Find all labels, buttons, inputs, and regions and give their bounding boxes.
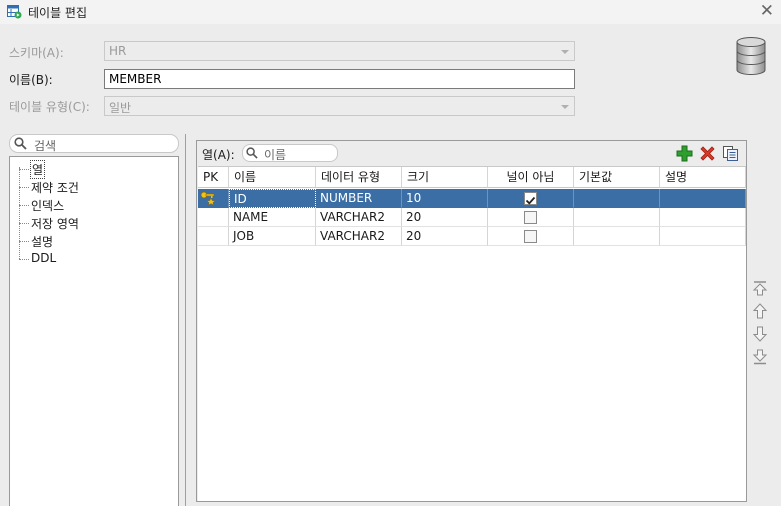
- size-cell[interactable]: 10: [402, 189, 488, 208]
- size-cell[interactable]: 20: [402, 208, 488, 227]
- default-cell[interactable]: [574, 189, 660, 208]
- header-default[interactable]: 기본값: [574, 167, 660, 188]
- size-cell[interactable]: 20: [402, 227, 488, 246]
- not-null-checkbox[interactable]: [524, 211, 537, 224]
- name-cell[interactable]: JOB: [229, 227, 316, 246]
- schema-label: 스키마(A):: [9, 46, 64, 60]
- name-cell[interactable]: ID: [229, 189, 316, 208]
- default-cell[interactable]: [574, 208, 660, 227]
- pk-cell: [198, 208, 229, 227]
- table-edit-icon: [7, 5, 22, 19]
- type-cell[interactable]: NUMBER: [316, 189, 402, 208]
- checkmark-icon: [525, 196, 536, 205]
- name-label: 이름(B):: [9, 73, 53, 87]
- header-not-null[interactable]: 널이 아님: [488, 167, 574, 188]
- type-cell[interactable]: VARCHAR2: [316, 227, 402, 246]
- default-cell[interactable]: [574, 227, 660, 246]
- type-cell[interactable]: VARCHAR2: [316, 208, 402, 227]
- move-top-icon[interactable]: [752, 280, 768, 296]
- title-bar: 테이블 편집 ✕: [0, 0, 781, 24]
- tree-item-label: DDL: [31, 251, 57, 265]
- not-null-cell: [488, 208, 574, 227]
- chevron-down-icon: [561, 105, 569, 109]
- header-size[interactable]: 크기: [402, 167, 488, 188]
- add-column-icon[interactable]: [676, 145, 693, 162]
- panel-splitter[interactable]: [185, 134, 186, 506]
- table-row[interactable]: NAME VARCHAR2 20: [198, 208, 746, 227]
- columns-panel: 열(A): 이름 PK 이름 데이터 유형 크기 널이 아님 기본값 설명 ID…: [196, 140, 747, 502]
- move-bottom-icon[interactable]: [752, 349, 768, 365]
- header-comment[interactable]: 설명: [660, 167, 746, 188]
- tree-item-label: 제약 조건: [31, 181, 79, 195]
- comment-cell[interactable]: [660, 208, 746, 227]
- columns-label: 열(A):: [202, 148, 235, 162]
- schema-select[interactable]: HR: [104, 41, 575, 61]
- database-icon: [736, 37, 766, 75]
- window-title: 테이블 편집: [28, 6, 88, 20]
- not-null-checkbox[interactable]: [524, 230, 537, 243]
- column-search-input[interactable]: 이름: [242, 144, 338, 162]
- tree-item-label: 설명: [31, 235, 54, 249]
- table-type-value: 일반: [109, 101, 132, 115]
- table-type-label: 테이블 유형(C):: [9, 100, 90, 114]
- column-search-placeholder: 이름: [264, 148, 287, 162]
- header-pk[interactable]: PK: [198, 167, 229, 188]
- table-row[interactable]: JOB VARCHAR2 20: [198, 227, 746, 246]
- chevron-down-icon: [561, 50, 569, 54]
- move-up-icon[interactable]: [752, 303, 768, 319]
- not-null-cell: [488, 227, 574, 246]
- close-button[interactable]: ✕: [760, 1, 774, 21]
- header-data-type[interactable]: 데이터 유형: [316, 167, 402, 188]
- tree-search-placeholder: 검색: [34, 139, 57, 153]
- not-null-cell: [488, 189, 574, 208]
- header-name[interactable]: 이름: [229, 167, 316, 188]
- tree-search-input[interactable]: 검색: [9, 134, 179, 153]
- copy-column-icon[interactable]: [722, 145, 739, 162]
- columns-grid: PK 이름 데이터 유형 크기 널이 아님 기본값 설명 ID NUMBER 1…: [198, 166, 746, 501]
- primary-key-icon: [200, 191, 216, 205]
- pk-cell: [198, 227, 229, 246]
- search-icon: [246, 147, 258, 159]
- tree-connector: [19, 167, 20, 259]
- tree-item-label: 인덱스: [31, 199, 65, 213]
- move-down-icon[interactable]: [752, 326, 768, 342]
- table-name-input[interactable]: MEMBER: [104, 69, 575, 89]
- schema-value: HR: [109, 44, 127, 58]
- comment-cell[interactable]: [660, 189, 746, 208]
- category-tree: 열 제약 조건 인덱스 저장 영역 설명 DDL: [9, 156, 179, 506]
- tree-item-label: 저장 영역: [31, 217, 79, 231]
- name-cell[interactable]: NAME: [229, 208, 316, 227]
- table-name-value: MEMBER: [109, 72, 162, 86]
- table-row[interactable]: ID NUMBER 10: [198, 189, 746, 208]
- search-icon: [14, 137, 27, 150]
- delete-column-icon[interactable]: [699, 145, 716, 162]
- not-null-checkbox[interactable]: [524, 192, 537, 205]
- table-type-select[interactable]: 일반: [104, 96, 575, 116]
- pk-cell: [198, 189, 229, 208]
- comment-cell[interactable]: [660, 227, 746, 246]
- tree-item-label: 열: [30, 160, 46, 179]
